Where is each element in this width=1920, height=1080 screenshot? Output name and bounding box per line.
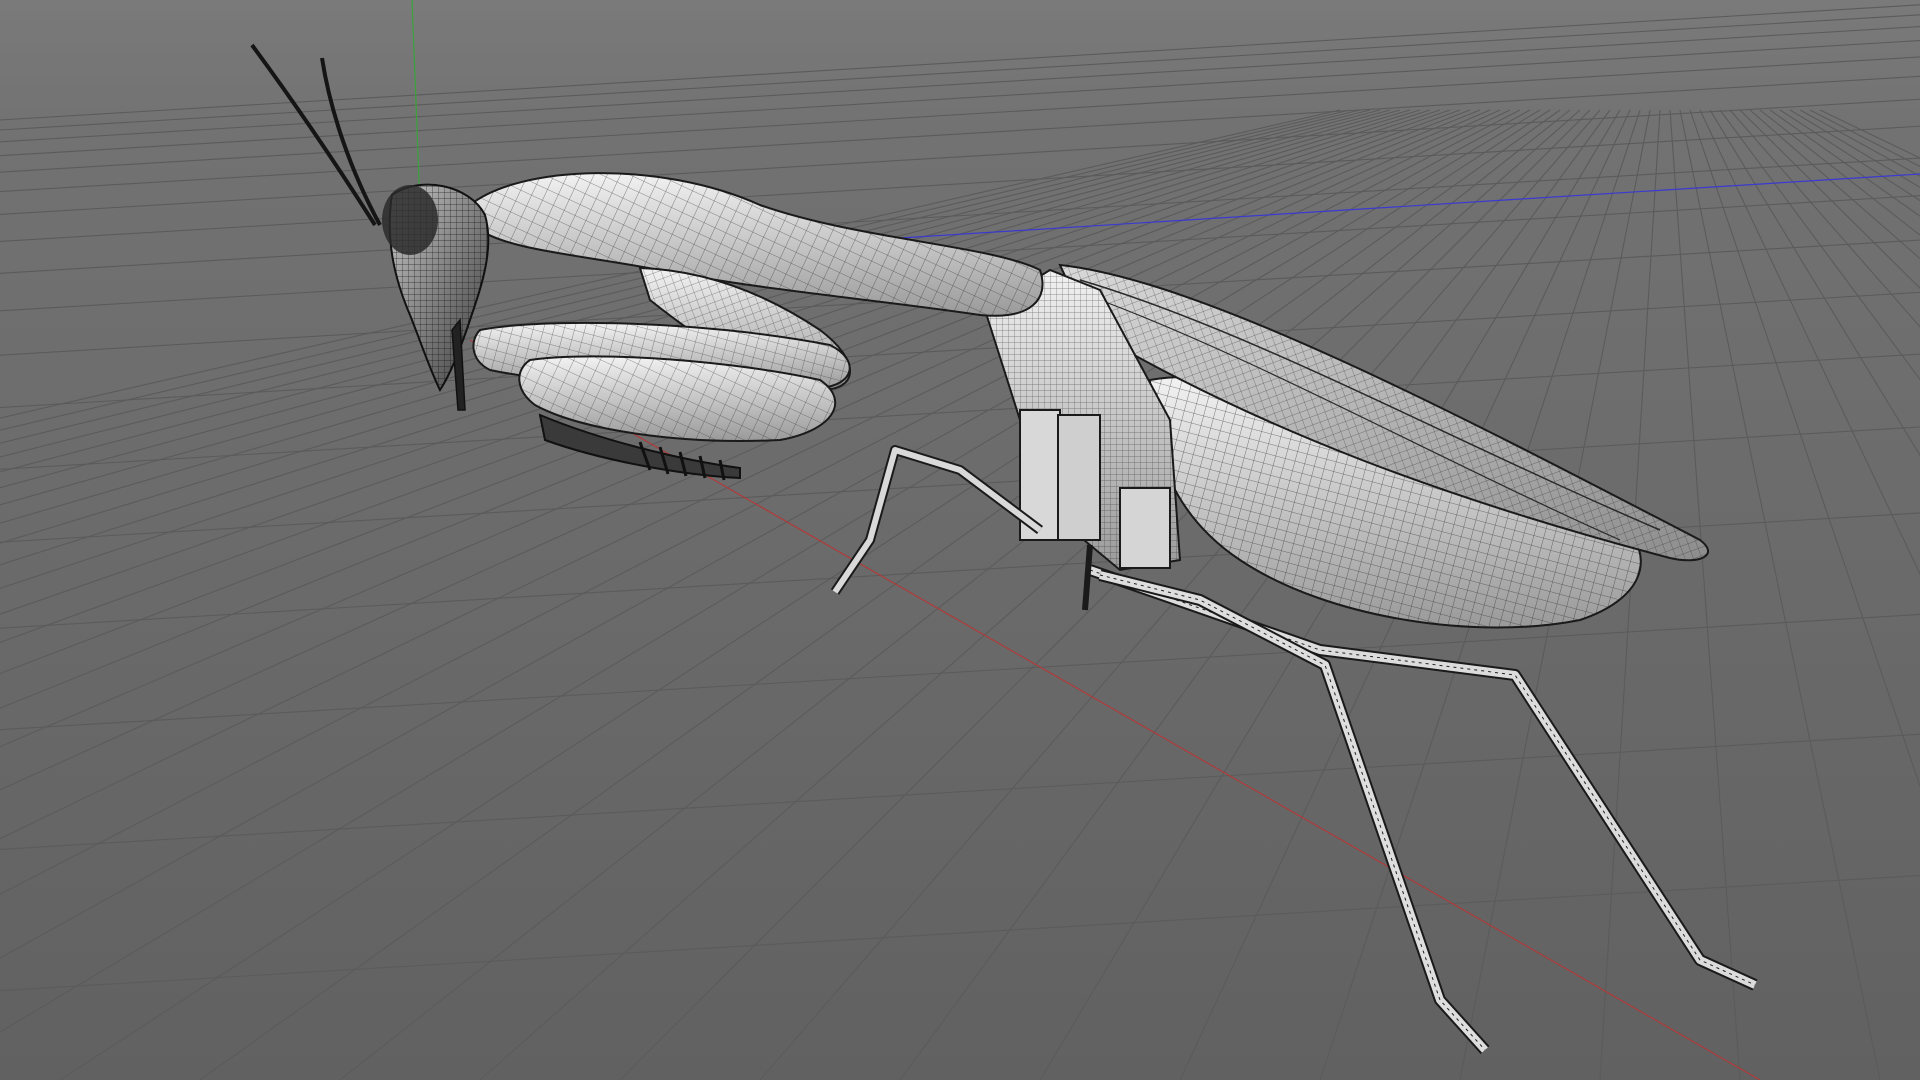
grid-line bbox=[0, 353, 1920, 470]
grid-line bbox=[0, 125, 1920, 242]
front-legs[interactable] bbox=[472, 266, 851, 481]
grid-line bbox=[0, 874, 1920, 992]
grid-line bbox=[1759, 109, 1920, 236]
grid-line bbox=[1749, 109, 1920, 260]
grid-line bbox=[0, 613, 1920, 731]
grid-line bbox=[1819, 109, 1920, 159]
grid-line bbox=[0, 733, 1920, 850]
head[interactable] bbox=[382, 183, 490, 411]
z-axis bbox=[899, 173, 1920, 239]
grid-line bbox=[1809, 109, 1920, 168]
viewport-canvas[interactable] bbox=[0, 0, 1920, 1080]
grid-line bbox=[0, 26, 1920, 143]
grid-line bbox=[0, 14, 1920, 131]
compound-eye bbox=[382, 185, 438, 255]
grid-line bbox=[0, 4, 1920, 121]
grid-line bbox=[1799, 109, 1920, 177]
grid-line bbox=[0, 56, 1920, 173]
grid-line bbox=[1689, 109, 1920, 788]
3d-viewport[interactable] bbox=[0, 0, 1920, 1080]
grid-line bbox=[1679, 109, 1881, 1080]
grid-line bbox=[1739, 109, 1920, 289]
grid-line bbox=[1729, 109, 1920, 328]
y-axis bbox=[411, 0, 421, 206]
grid-line bbox=[1769, 109, 1920, 217]
grid-line bbox=[1709, 109, 1920, 457]
grid-line bbox=[1719, 109, 1920, 381]
